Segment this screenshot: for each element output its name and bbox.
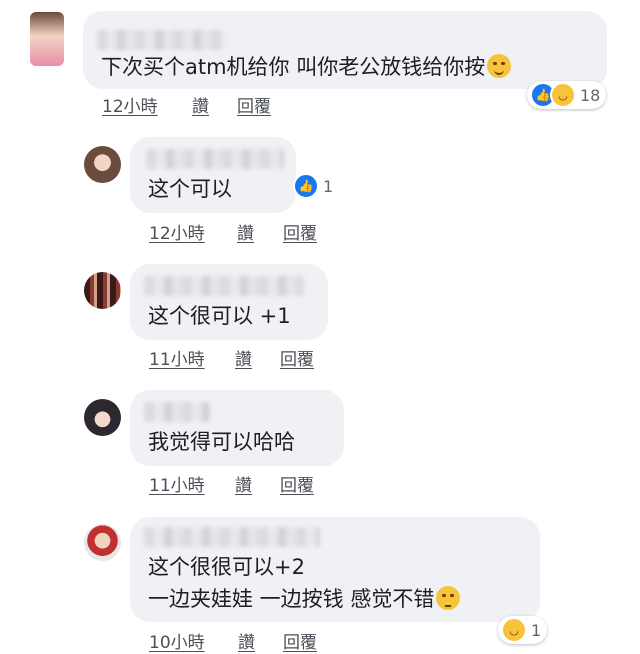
- comment-text-line-1: 这个很很可以+2: [148, 555, 305, 579]
- haha-icon: ◡: [550, 82, 576, 108]
- haha-icon: ◡: [501, 617, 527, 643]
- reaction-count: 18: [580, 85, 601, 105]
- comment-text: 下次买个atm机给你 叫你老公放钱给你按: [101, 51, 512, 83]
- timestamp-link[interactable]: 11小時: [149, 345, 205, 370]
- comment-text-line-2: 一边夹娃娃 一边按钱 感觉不错: [148, 583, 461, 615]
- reply-button[interactable]: 回覆: [280, 345, 314, 370]
- avatar[interactable]: [84, 399, 121, 436]
- reaction-count: 1: [323, 176, 334, 196]
- timestamp-link[interactable]: 10小時: [149, 628, 205, 653]
- like-button[interactable]: 讚: [237, 219, 254, 244]
- comment-text: 我觉得可以哈哈: [148, 430, 295, 454]
- author-name[interactable]: [144, 527, 320, 547]
- comment-text: 这个很可以 +1: [148, 304, 291, 328]
- avatar[interactable]: [30, 12, 64, 66]
- comment-bubble: 下次买个atm机给你 叫你老公放钱给你按: [83, 11, 607, 89]
- reaction-summary[interactable]: 👍 ◡ 18: [527, 81, 607, 109]
- reaction-count: 1: [531, 620, 542, 640]
- author-name[interactable]: [144, 276, 304, 296]
- timestamp-link[interactable]: 11小時: [149, 471, 205, 496]
- reply-button[interactable]: 回覆: [283, 219, 317, 244]
- comment-bubble: 这个可以: [130, 137, 296, 213]
- reaction-summary[interactable]: 👍 1: [290, 172, 339, 200]
- reply-button[interactable]: 回覆: [280, 471, 314, 496]
- thinking-emoji: [436, 586, 461, 610]
- smirk-emoji: [487, 54, 512, 78]
- reaction-summary[interactable]: ◡ 1: [498, 616, 548, 644]
- timestamp-link[interactable]: 12小時: [149, 219, 205, 244]
- avatar[interactable]: [84, 146, 121, 183]
- author-name[interactable]: [97, 30, 225, 50]
- comment-bubble: 这个很很可以+2 一边夹娃娃 一边按钱 感觉不错: [130, 517, 540, 622]
- like-icon: 👍: [293, 173, 319, 199]
- reply-button[interactable]: 回覆: [237, 92, 271, 117]
- comment-bubble: 我觉得可以哈哈: [130, 390, 344, 466]
- author-name[interactable]: [146, 149, 284, 169]
- like-button[interactable]: 讚: [235, 471, 252, 496]
- avatar[interactable]: [84, 272, 121, 309]
- like-button[interactable]: 讚: [238, 628, 255, 653]
- comment-text: 这个可以: [148, 177, 232, 201]
- timestamp-link[interactable]: 12小時: [102, 92, 158, 117]
- comment-bubble: 这个很可以 +1: [130, 264, 328, 340]
- reply-button[interactable]: 回覆: [283, 628, 317, 653]
- author-name[interactable]: [144, 402, 210, 422]
- avatar[interactable]: [84, 524, 121, 561]
- like-button[interactable]: 讚: [192, 92, 209, 117]
- like-button[interactable]: 讚: [235, 345, 252, 370]
